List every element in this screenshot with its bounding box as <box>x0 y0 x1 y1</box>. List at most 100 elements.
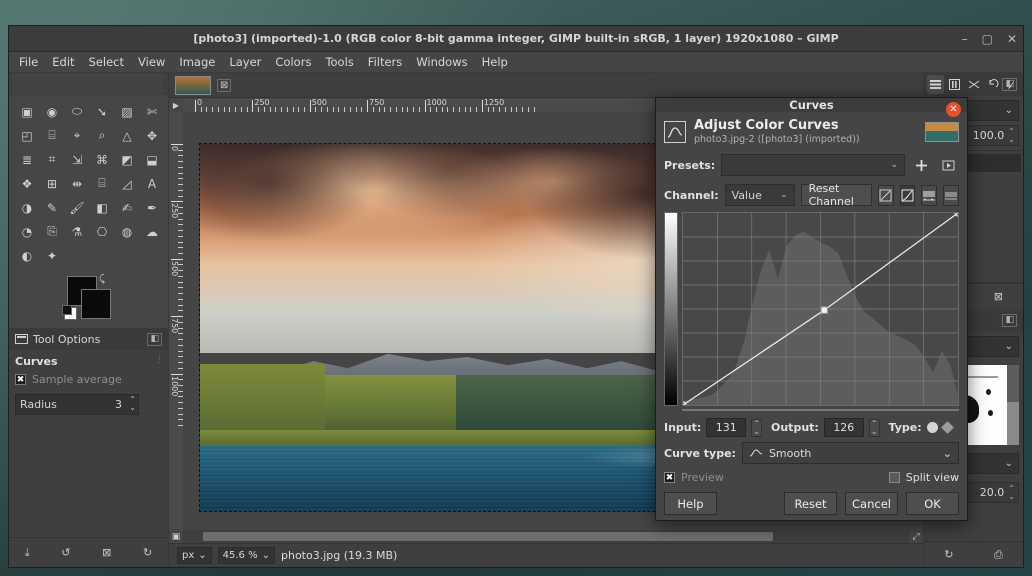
menu-help[interactable]: Help <box>482 55 508 69</box>
preview-checkbox[interactable]: ✖ <box>664 472 675 483</box>
ink-alt-icon[interactable]: ✦ <box>40 245 64 266</box>
input-levels-icon[interactable] <box>921 185 937 206</box>
cage-transform-icon[interactable]: ⌸ <box>90 173 114 194</box>
warp-icon[interactable]: ⌘ <box>90 149 114 170</box>
fuzzy-select-icon[interactable]: ➘ <box>90 101 114 122</box>
scrollbar-thumb[interactable] <box>203 532 773 541</box>
alignment-icon[interactable]: ≣ <box>15 149 39 170</box>
3d-transform-icon[interactable]: ⬓ <box>140 149 164 170</box>
vertical-ruler[interactable]: 02505007501000 <box>169 112 183 530</box>
logarithmic-histogram-icon[interactable] <box>900 185 915 206</box>
close-icon[interactable]: ✕ <box>946 102 961 117</box>
navigation-icon[interactable]: ⤢ <box>909 530 923 543</box>
tab-menu-icon[interactable]: ◧ <box>147 333 162 346</box>
output-field[interactable]: 126 <box>824 418 864 437</box>
menu-view[interactable]: View <box>138 55 165 69</box>
refresh-brushes-icon[interactable]: ↻ <box>944 548 953 561</box>
dock-tab-paths[interactable] <box>965 75 982 94</box>
presets-combo[interactable]: ⌄ <box>721 154 905 176</box>
radius-spin-arrows[interactable]: ⌃⌄ <box>129 396 136 412</box>
drag-grip[interactable]: ⋮ <box>155 358 164 362</box>
bucket-fill-icon[interactable]: ◿ <box>115 173 139 194</box>
delete-layer-icon[interactable]: ⊠ <box>994 290 1003 303</box>
blur-sharpen-icon[interactable]: ◍ <box>115 221 139 242</box>
output-spin-arrows[interactable]: ⌃⌄ <box>869 419 880 437</box>
curve-control-point-selected[interactable] <box>821 307 827 313</box>
heal-icon[interactable]: ⚗ <box>65 221 89 242</box>
foreground-select-icon[interactable]: ◰ <box>15 125 39 146</box>
menu-edit[interactable]: Edit <box>52 55 74 69</box>
ink-icon[interactable]: ✒ <box>140 197 164 218</box>
paintbrush-icon[interactable]: 🖌 <box>65 197 89 218</box>
dock-tab-channels[interactable] <box>946 75 963 94</box>
close-button[interactable]: ✕ <box>1007 33 1017 45</box>
channel-combo[interactable]: Value ⌄ <box>725 184 795 206</box>
clone-icon[interactable]: ⎘ <box>40 221 64 242</box>
pencil-icon[interactable]: ✎ <box>40 197 64 218</box>
horizontal-scrollbar[interactable] <box>183 530 909 543</box>
perspective-clone-icon[interactable]: ⎔ <box>90 221 114 242</box>
ellipse-select-icon[interactable]: ◉ <box>40 101 64 122</box>
reset-tool-options-icon[interactable]: ↻ <box>143 546 152 559</box>
menu-colors[interactable]: Colors <box>275 55 311 69</box>
close-icon[interactable]: ⊠ <box>217 79 231 92</box>
text-icon[interactable]: A <box>140 173 164 194</box>
menu-image[interactable]: Image <box>179 55 215 69</box>
input-field[interactable]: 131 <box>706 418 746 437</box>
reset-channel-button[interactable]: Reset Channel <box>801 184 873 206</box>
input-spin-arrows[interactable]: ⌃⌄ <box>751 419 762 437</box>
transform-icon[interactable]: ⇲ <box>65 149 89 170</box>
menu-tools[interactable]: Tools <box>325 55 353 69</box>
select-by-color-icon[interactable]: ▨ <box>115 101 139 122</box>
add-preset-icon[interactable] <box>911 155 932 176</box>
save-tool-preset-icon[interactable]: ⤓ <box>25 546 30 560</box>
reset-colors-icon[interactable] <box>64 307 77 320</box>
sample-average-row[interactable]: ✖ Sample average <box>15 373 162 386</box>
help-button[interactable]: Help <box>664 492 717 515</box>
move-icon[interactable]: ✥ <box>140 125 164 146</box>
ruler-corner-icon[interactable]: ▶ <box>169 98 183 112</box>
measure-icon[interactable]: △ <box>115 125 139 146</box>
opacity-spin-arrows[interactable]: ⌃⌄ <box>1008 128 1015 144</box>
color-picker-icon[interactable]: ⌖ <box>65 125 89 146</box>
handle-transform-icon[interactable]: ⊞ <box>40 173 64 194</box>
ok-button[interactable]: OK <box>906 492 959 515</box>
point-smooth-icon[interactable] <box>927 422 938 433</box>
cancel-button[interactable]: Cancel <box>845 492 898 515</box>
tool-options-tab[interactable]: Tool Options ◧ <box>9 328 168 350</box>
flip-icon[interactable]: ⇹ <box>65 173 89 194</box>
unified-transform-icon[interactable]: ❖ <box>15 173 39 194</box>
curves-graph[interactable] <box>682 212 959 406</box>
split-view-checkbox[interactable] <box>889 472 900 483</box>
scrollbar-thumb[interactable] <box>1007 365 1019 402</box>
reset-button[interactable]: Reset <box>784 492 837 515</box>
perspective-icon[interactable]: ◩ <box>115 149 139 170</box>
tab-menu-icon[interactable]: ◧ <box>1002 314 1017 327</box>
curve-type-combo[interactable]: Smooth ⌄ <box>742 442 959 464</box>
point-corner-icon[interactable] <box>941 421 954 434</box>
menu-select[interactable]: Select <box>89 55 124 69</box>
smudge-icon[interactable]: ☁ <box>140 221 164 242</box>
spacing-spin-arrows[interactable]: ⌃⌄ <box>1008 485 1015 501</box>
eraser-icon[interactable]: ◧ <box>90 197 114 218</box>
gradient-icon[interactable]: ◑ <box>15 197 39 218</box>
background-color-swatch[interactable] <box>81 289 111 319</box>
linear-histogram-icon[interactable] <box>878 185 893 206</box>
menu-windows[interactable]: Windows <box>416 55 467 69</box>
rect-select-icon[interactable]: ▣ <box>15 101 39 122</box>
dock-tab-undo-history[interactable] <box>984 75 1001 94</box>
preset-menu-icon[interactable] <box>938 155 959 176</box>
airbrush-icon[interactable]: ✍ <box>115 197 139 218</box>
menu-file[interactable]: File <box>19 55 38 69</box>
delete-tool-preset-icon[interactable]: ⊠ <box>102 546 111 559</box>
mypaint-brush-icon[interactable]: ◔ <box>15 221 39 242</box>
quick-mask-icon[interactable]: ▣ <box>169 530 183 543</box>
scissors-select-icon[interactable]: ✄ <box>140 101 164 122</box>
menu-filters[interactable]: Filters <box>368 55 402 69</box>
zoom-selector[interactable]: 45.6 % ⌄ <box>218 547 275 564</box>
output-levels-icon[interactable] <box>943 185 959 206</box>
minimize-button[interactable]: – <box>962 33 968 45</box>
maximize-button[interactable]: ▢ <box>982 33 993 45</box>
duplicate-brush-icon[interactable]: ⎙ <box>994 548 1003 562</box>
sample-average-checkbox[interactable]: ✖ <box>15 374 26 385</box>
